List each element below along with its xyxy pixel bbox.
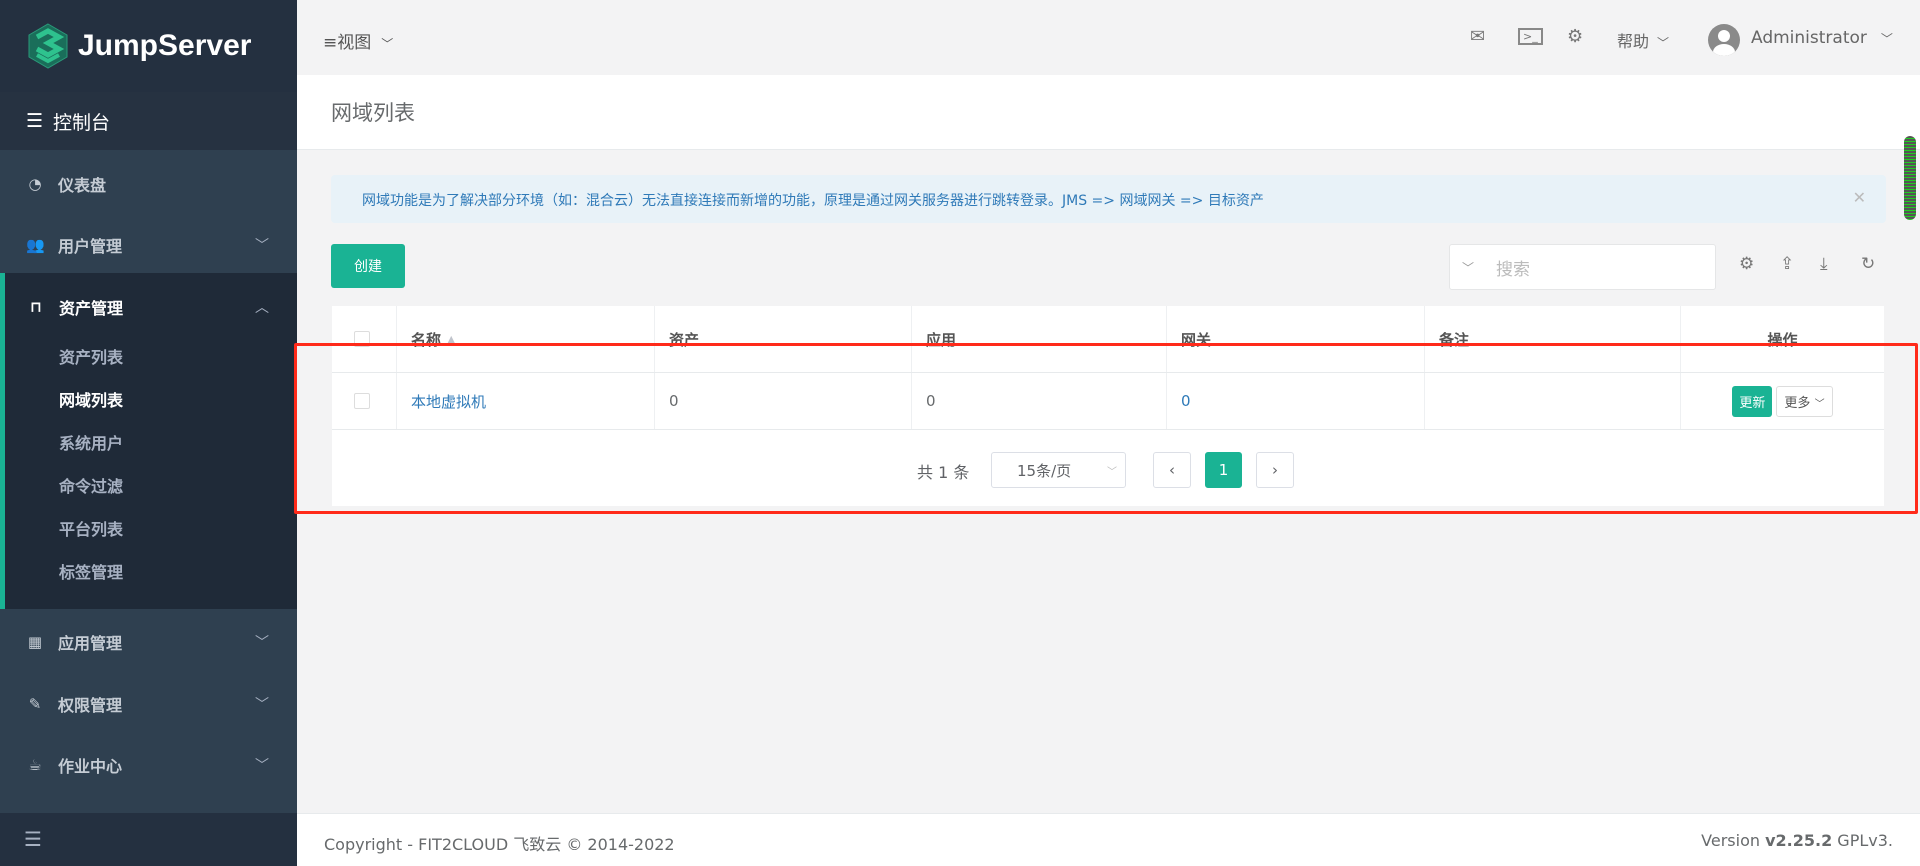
chevron-down-icon: ﹀: [1880, 32, 1893, 46]
users-icon: 👥: [26, 236, 45, 254]
sidebar-sub-label-manage[interactable]: 标签管理: [59, 559, 123, 583]
chevron-down-icon: ﹀: [255, 635, 269, 651]
chevron-down-icon: ﹀: [255, 697, 269, 713]
create-button[interactable]: 创建: [331, 244, 405, 288]
upload-icon[interactable]: ⇪: [1780, 254, 1794, 274]
download-icon[interactable]: ⤓: [1820, 254, 1828, 274]
chevron-up-icon: ︿: [255, 300, 269, 316]
chevron-down-icon: ﹀: [255, 758, 269, 774]
highlight-box: [294, 343, 1918, 514]
collapse-sidebar-button[interactable]: ☰: [0, 813, 297, 866]
avatar[interactable]: [1708, 24, 1740, 56]
help-menu[interactable]: 帮助 ﹀: [1617, 28, 1669, 52]
page-title-bar: 网域列表: [297, 75, 1920, 150]
sidebar-item-users[interactable]: 👥 用户管理 ﹀: [0, 217, 297, 273]
chevron-down-icon: ﹀: [255, 238, 269, 254]
sidebar: JumpServer ☰ 控制台 ◔ 仪表盘 👥 用户管理 ﹀ ⊓ 资产管理 ︿ 资产列表 …: [0, 0, 297, 866]
settings-icon[interactable]: ⚙: [1739, 254, 1754, 274]
sidebar-sub-platform-list[interactable]: 平台列表: [59, 516, 123, 540]
top-header: ≡视图 ﹀ ✉ >_ ⚙ 帮助 ﹀ Administrator ﹀: [297, 0, 1920, 75]
sidebar-sub-command-filter[interactable]: 命令过滤: [59, 473, 123, 497]
sidebar-sub-domain-list[interactable]: 网域列表: [59, 387, 123, 411]
inbox-icon: ⊓: [30, 298, 42, 316]
info-alert: 网域功能是为了解决部分环境（如：混合云）无法直接连接而新增的功能，原理是通过网关…: [331, 175, 1886, 223]
mail-icon[interactable]: ✉: [1470, 26, 1485, 47]
sidebar-section-assets: ⊓ 资产管理 ︿ 资产列表 网域列表 系统用户 命令过滤 平台列表 标签管理: [0, 273, 297, 609]
coffee-icon: ☕: [28, 756, 42, 774]
view-menu[interactable]: ≡视图 ﹀: [323, 28, 393, 53]
version: Version v2.25.2 GPLv3.: [1701, 831, 1893, 850]
sidebar-item-assets[interactable]: ⊓ 资产管理 ︿: [5, 279, 297, 335]
console-link[interactable]: ☰ 控制台: [0, 92, 297, 150]
refresh-icon[interactable]: ↻: [1861, 254, 1875, 274]
chevron-down-icon: ﹀: [381, 37, 394, 51]
sidebar-item-permissions[interactable]: ✎ 权限管理 ﹀: [0, 676, 297, 732]
search-input[interactable]: ﹀ 搜索: [1449, 244, 1716, 290]
scrollbar[interactable]: [1904, 136, 1916, 220]
footer: Copyright - FIT2CLOUD 飞致云 © 2014-2022 Ve…: [297, 813, 1920, 866]
sidebar-item-applications[interactable]: ▦ 应用管理 ﹀: [0, 614, 297, 670]
copyright: Copyright - FIT2CLOUD 飞致云 © 2014-2022: [324, 835, 675, 854]
collapse-icon: ☰: [24, 827, 42, 851]
sidebar-item-jobs[interactable]: ☕ 作业中心 ﹀: [0, 737, 297, 793]
edit-icon: ✎: [28, 695, 42, 713]
sidebar-sub-system-user[interactable]: 系统用户: [59, 430, 123, 454]
menu-icon: ≡: [323, 33, 338, 53]
grid-icon: ▦: [27, 633, 43, 651]
close-icon[interactable]: ✕: [1853, 188, 1866, 207]
dashboard-icon: ◔: [28, 175, 42, 193]
page-title: 网域列表: [331, 101, 415, 125]
chevron-down-icon: ﹀: [1462, 260, 1475, 275]
user-menu[interactable]: Administrator ﹀: [1751, 28, 1893, 48]
sliders-icon: ☰: [26, 110, 44, 132]
gear-icon[interactable]: ⚙: [1567, 26, 1583, 47]
sidebar-sub-asset-list[interactable]: 资产列表: [59, 344, 123, 368]
sidebar-item-dashboard[interactable]: ◔ 仪表盘: [0, 156, 297, 212]
jumpserver-logo-icon: [28, 23, 68, 69]
terminal-icon[interactable]: >_: [1518, 28, 1543, 45]
logo[interactable]: JumpServer: [0, 0, 297, 92]
chevron-down-icon: ﹀: [1657, 36, 1670, 50]
